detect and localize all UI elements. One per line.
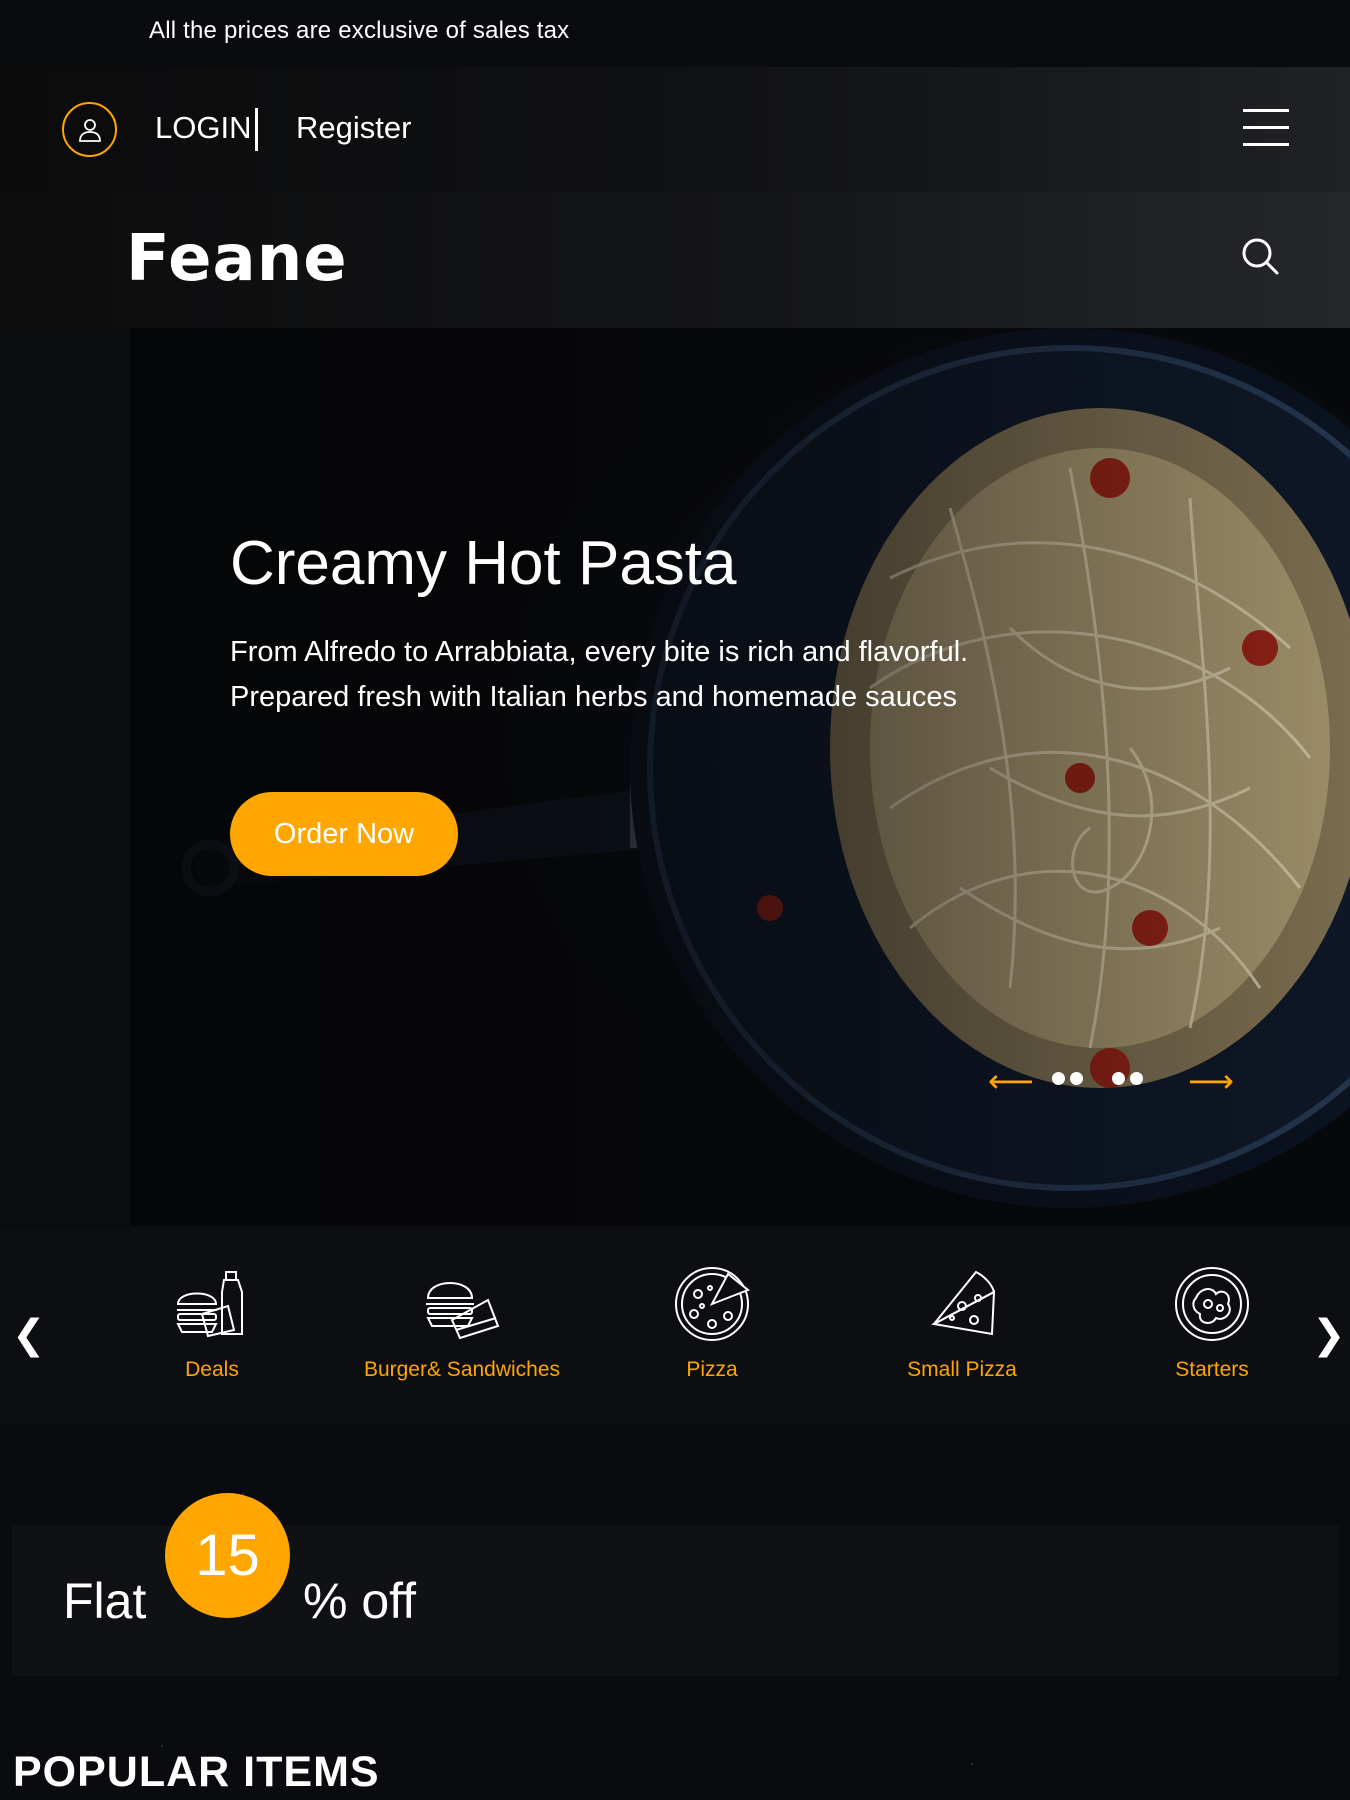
brand-bar: Feane <box>0 192 1350 328</box>
category-next-icon[interactable]: ❯ <box>1312 1312 1346 1358</box>
category-label: Pizza <box>686 1358 738 1381</box>
category-prev-icon[interactable]: ❮ <box>12 1312 46 1358</box>
slider-dot[interactable] <box>1112 1072 1125 1085</box>
login-register-divider <box>255 108 258 151</box>
category-deals[interactable]: Deals <box>92 1264 332 1382</box>
hero-description: From Alfredo to Arrabbiata, every bite i… <box>230 630 1130 720</box>
hero-title: Creamy Hot Pasta <box>230 529 737 598</box>
hero-description-line-2: Prepared fresh with Italian herbs and ho… <box>230 681 958 713</box>
register-link[interactable]: Register <box>296 110 411 146</box>
slider-dot[interactable] <box>1070 1072 1083 1085</box>
discount-banner: Flat 15 % off <box>12 1493 1338 1676</box>
category-starters[interactable]: Starters <box>1092 1264 1332 1382</box>
slider-controls: ⟵ ⟶ <box>988 1062 1350 1099</box>
hero-slider: Creamy Hot Pasta From Alfredo to Arrabbi… <box>130 328 1350 1226</box>
discount-suffix: % off <box>303 1573 417 1629</box>
category-carousel: ❮ Deals Burger& Sandwiches Pizza Small P… <box>0 1226 1350 1424</box>
popular-items-heading: POPULAR ITEMS <box>13 1748 380 1796</box>
hamburger-menu-icon[interactable] <box>1243 109 1289 147</box>
slider-prev-arrow-icon[interactable]: ⟵ <box>988 1062 1034 1100</box>
account-bar: LOGIN Register <box>0 67 1350 192</box>
tax-notice-bar: All the prices are exclusive of sales ta… <box>0 0 1350 67</box>
category-label: Deals <box>185 1358 239 1381</box>
hero-description-line-1: From Alfredo to Arrabbiata, every bite i… <box>230 636 969 668</box>
burger-sandwich-icon <box>426 1282 500 1340</box>
pizza-slice-icon <box>930 1270 996 1336</box>
starters-icon <box>1175 1267 1249 1341</box>
hero-left-strip <box>0 328 130 1226</box>
category-pizza[interactable]: Pizza <box>592 1264 832 1382</box>
category-label: Burger& Sandwiches <box>363 1358 561 1381</box>
discount-prefix: Flat <box>63 1573 147 1629</box>
tax-notice: All the prices are exclusive of sales ta… <box>149 17 570 44</box>
user-icon[interactable] <box>62 102 117 157</box>
slider-next-arrow-icon[interactable]: ⟶ <box>1188 1062 1234 1100</box>
search-icon[interactable] <box>1240 236 1280 276</box>
brand-logo[interactable]: Feane <box>126 222 348 296</box>
login-link[interactable]: LOGIN <box>155 110 251 146</box>
pizza-icon <box>675 1267 750 1341</box>
deals-icon <box>176 1271 243 1338</box>
category-label: Starters <box>1175 1358 1249 1381</box>
category-small-pizza[interactable]: Small Pizza <box>842 1264 1082 1382</box>
category-burger-sandwiches[interactable]: Burger& Sandwiches <box>342 1264 582 1382</box>
discount-badge: 15 <box>165 1493 290 1618</box>
slider-dot[interactable] <box>1052 1072 1065 1085</box>
category-label: Small Pizza <box>907 1358 1017 1381</box>
order-now-button[interactable]: Order Now <box>230 792 458 876</box>
slider-dot[interactable] <box>1130 1072 1143 1085</box>
